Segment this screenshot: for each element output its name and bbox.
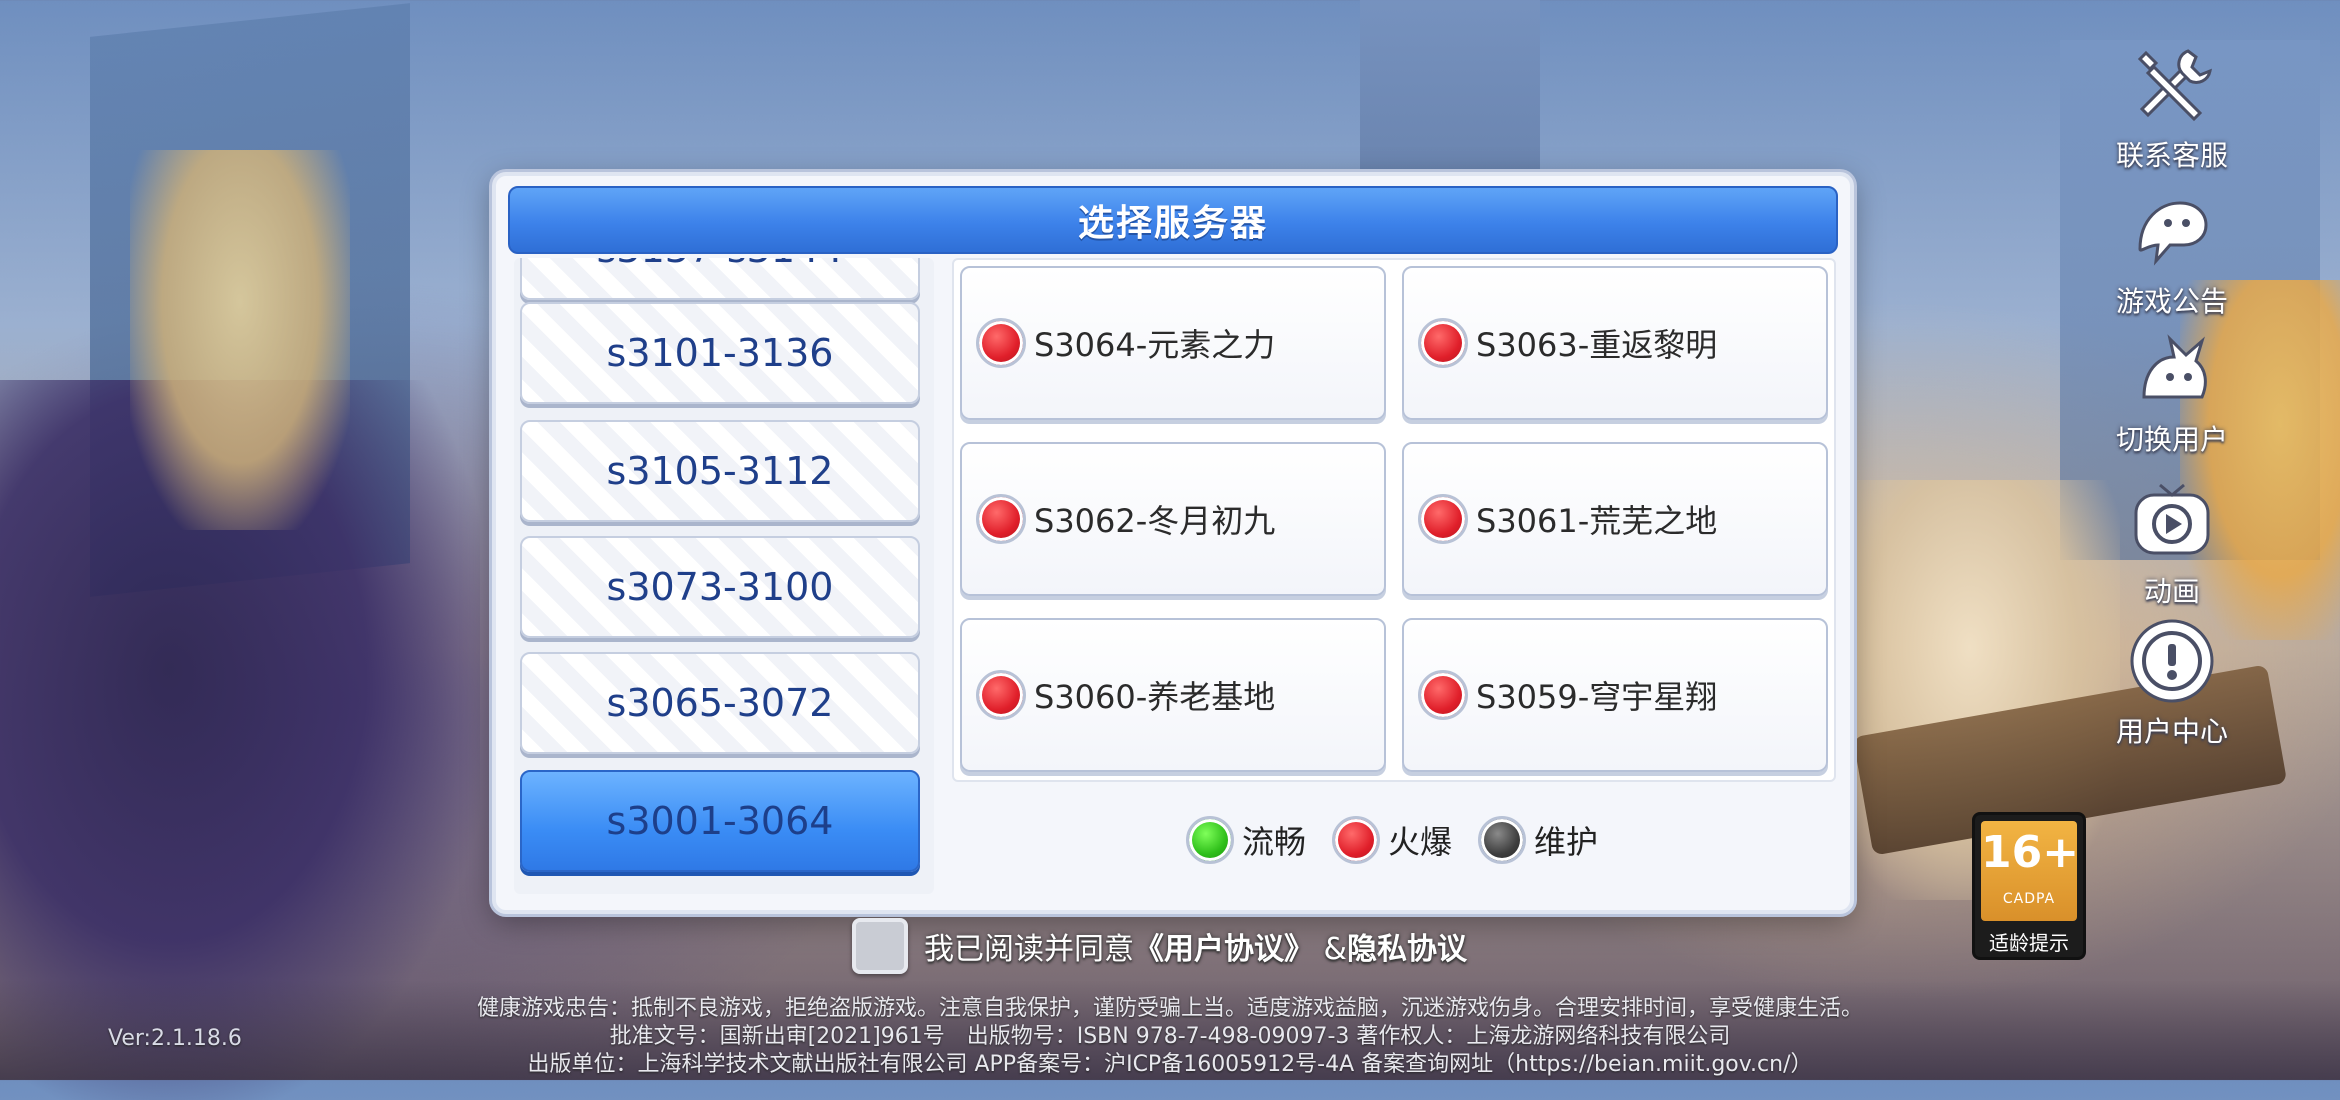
hot-status-icon	[1332, 816, 1381, 864]
age-rating-panel: 16+ CADPA	[1981, 821, 2080, 921]
server-card[interactable]: S3063-重返黎明	[1402, 266, 1828, 420]
announcement-icon	[2127, 186, 2217, 276]
age-rating-tip: 适龄提示	[1989, 931, 2069, 955]
server-grid: S3064-元素之力 S3063-重返黎明 S3062-冬月初九 S3061-荒…	[952, 258, 1836, 782]
hot-status-icon	[1418, 670, 1468, 720]
range-button[interactable]: s3073-3100	[520, 536, 920, 638]
legend-hot: 火爆	[1332, 816, 1452, 864]
range-label: s3105-3112	[606, 449, 834, 493]
server-card[interactable]: S3064-元素之力	[960, 266, 1386, 420]
server-name: S3059-穹宇星翔	[1476, 678, 1718, 716]
legend-label: 火爆	[1388, 823, 1453, 861]
legend-maintenance: 维护	[1478, 816, 1598, 864]
range-label: s3137-s3144	[597, 258, 844, 271]
user-agreement-link[interactable]: 《用户协议》	[1134, 932, 1314, 967]
age-rating-org: CADPA	[2002, 891, 2056, 907]
server-card[interactable]: S3062-冬月初九	[960, 442, 1386, 596]
side-label: 游戏公告	[2115, 285, 2228, 318]
publisher-info: 出版单位：上海科学技术文献出版社有限公司 APP备案号：沪ICP备1600591…	[527, 1052, 1813, 1077]
agreement-row: 我已阅读并同意《用户协议》 &隐私协议	[852, 918, 1467, 974]
range-button[interactable]: s3065-3072	[520, 652, 920, 754]
server-name: S3063-重返黎明	[1476, 326, 1718, 364]
hot-status-icon	[1418, 318, 1468, 368]
dialog-title: 选择服务器	[1077, 203, 1268, 244]
range-label: s3101-3136	[606, 331, 834, 375]
range-label: s3001-3064	[606, 799, 834, 843]
server-name: S3064-元素之力	[1034, 326, 1276, 364]
side-label: 动画	[2143, 575, 2200, 608]
side-label: 切换用户	[2115, 423, 2228, 456]
server-name: S3062-冬月初九	[1034, 502, 1276, 540]
range-button[interactable]: s3105-3112	[520, 420, 920, 522]
range-label: s3065-3072	[606, 681, 834, 725]
alert-icon	[2127, 616, 2217, 706]
server-select-dialog: 选择服务器 s3137-s3144 s3101-3136 s3105-3112 …	[492, 172, 1854, 914]
animation-button[interactable]: 动画	[2092, 476, 2252, 610]
switch-user-button[interactable]: 切换用户	[2092, 324, 2252, 458]
legend-label: 维护	[1534, 823, 1599, 861]
dialog-header: 选择服务器	[508, 186, 1838, 254]
age-rating: 16+	[1981, 827, 2080, 878]
server-range-list[interactable]: s3137-s3144 s3101-3136 s3105-3112 s3073-…	[514, 258, 934, 894]
server-name: S3060-养老基地	[1034, 678, 1276, 716]
hot-status-icon	[976, 670, 1026, 720]
announcement-button[interactable]: 游戏公告	[2092, 186, 2252, 320]
user-center-button[interactable]: 用户中心	[2092, 616, 2252, 750]
contact-support-button[interactable]: 联系客服	[2092, 40, 2252, 174]
side-label: 联系客服	[2115, 139, 2228, 172]
status-legend: 流畅 火爆 维护	[1186, 816, 1598, 864]
side-label: 用户中心	[2115, 715, 2228, 748]
agreement-checkbox[interactable]	[852, 918, 908, 974]
agreement-connector: &	[1323, 932, 1347, 967]
tools-icon	[2127, 40, 2217, 130]
range-button[interactable]: s3101-3136	[520, 302, 920, 404]
hot-status-icon	[1418, 494, 1468, 544]
legend-smooth: 流畅	[1186, 816, 1306, 864]
background-character-blonde	[130, 150, 350, 530]
version-label: Ver:2.1.18.6	[108, 1026, 242, 1051]
play-icon	[2127, 476, 2217, 566]
smooth-status-icon	[1186, 816, 1234, 864]
age-rating-badge: 16+ CADPA 适龄提示	[1972, 812, 2086, 960]
server-card[interactable]: S3061-荒芜之地	[1402, 442, 1828, 596]
range-button-selected[interactable]: s3001-3064	[520, 770, 920, 872]
server-card[interactable]: S3060-养老基地	[960, 618, 1386, 772]
range-button[interactable]: s3137-s3144	[520, 258, 920, 300]
hot-status-icon	[976, 494, 1026, 544]
agreement-prefix: 我已阅读并同意	[924, 932, 1134, 967]
range-label: s3073-3100	[606, 565, 834, 609]
legend-label: 流畅	[1242, 823, 1307, 861]
maintenance-status-icon	[1478, 816, 1527, 864]
switch-user-icon	[2127, 324, 2217, 414]
agreement-text: 我已阅读并同意《用户协议》 &隐私协议	[924, 924, 1467, 968]
server-card[interactable]: S3059-穹宇星翔	[1402, 618, 1828, 772]
privacy-agreement-link[interactable]: 隐私协议	[1347, 932, 1467, 967]
hot-status-icon	[976, 318, 1026, 368]
server-name: S3061-荒芜之地	[1476, 502, 1718, 540]
